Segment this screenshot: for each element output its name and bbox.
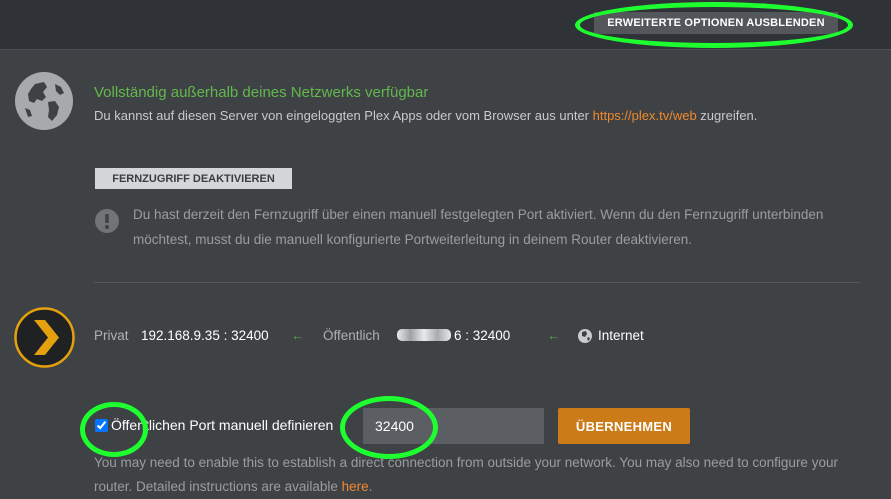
- public-address-tail: 6 : 32400: [454, 328, 511, 343]
- private-address: 192.168.9.35 : 32400: [141, 328, 269, 343]
- plex-logo-icon: [14, 307, 75, 368]
- public-label: Öffentlich: [323, 328, 380, 343]
- instructions-link[interactable]: here: [342, 479, 369, 494]
- top-band-border: [0, 49, 891, 50]
- port-help-suffix: .: [368, 479, 373, 494]
- internet-label: Internet: [598, 328, 644, 343]
- redacted-ip: [397, 329, 451, 341]
- hide-advanced-options-button[interactable]: ERWEITERTE OPTIONEN AUSBLENDEN: [594, 12, 838, 34]
- globe-icon: [15, 72, 73, 130]
- port-help-body: You may need to enable this to establish…: [94, 455, 838, 494]
- availability-title: Vollständig außerhalb deines Netzwerks v…: [94, 84, 429, 101]
- exclamation-circle-icon: [95, 209, 119, 233]
- manual-port-checkbox[interactable]: [95, 419, 108, 432]
- apply-button[interactable]: ÜBERNEHMEN: [558, 408, 690, 444]
- availability-desc-text: Du kannst auf diesen Server von eingelog…: [94, 108, 593, 123]
- manual-port-label[interactable]: Öffentlichen Port manuell definieren: [111, 417, 333, 433]
- arrow-left-icon: ←: [547, 328, 561, 343]
- private-label: Privat: [94, 328, 129, 343]
- plex-web-link[interactable]: https://plex.tv/web: [593, 108, 697, 123]
- port-help-text: You may need to enable this to establish…: [94, 451, 854, 499]
- disable-remote-access-button[interactable]: FERNZUGRIFF DEAKTIVIEREN: [95, 168, 292, 189]
- availability-description: Du kannst auf diesen Server von eingelog…: [94, 108, 757, 123]
- arrow-left-icon: ←: [291, 328, 305, 343]
- remote-access-warning: Du hast derzeit den Fernzugriff über ein…: [133, 207, 824, 247]
- public-address: 6 : 32400: [397, 328, 510, 343]
- availability-desc-suffix: zugreifen.: [696, 108, 758, 123]
- public-port-input[interactable]: [363, 408, 544, 444]
- globe-small-icon: [578, 329, 592, 343]
- section-divider: [94, 282, 860, 283]
